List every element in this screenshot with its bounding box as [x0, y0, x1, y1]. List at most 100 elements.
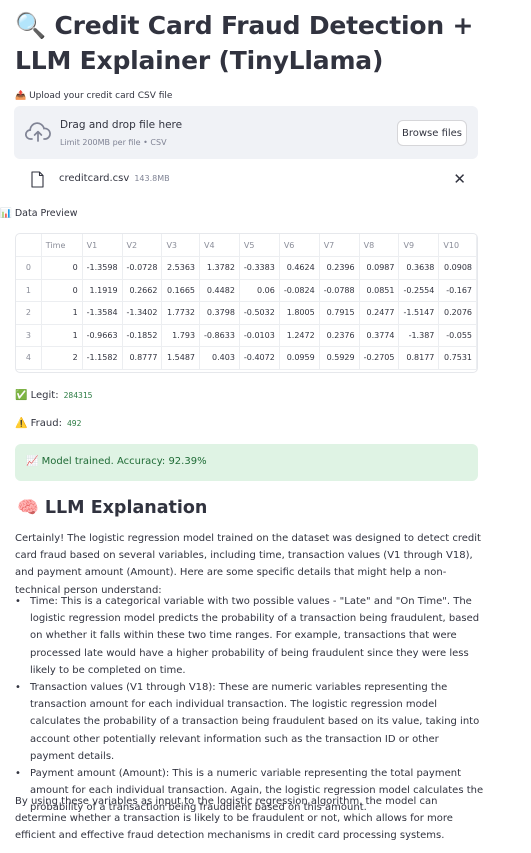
dropzone-instruction: Drag and drop file here — [60, 119, 183, 131]
table-cell[interactable]: 1 — [41, 301, 83, 325]
table-cell[interactable]: -1.3402 — [122, 301, 163, 325]
table-cell[interactable]: 0.8777 — [122, 346, 163, 370]
table-cell[interactable]: 0.2662 — [122, 279, 163, 302]
table-cell[interactable]: -0.0824 — [279, 279, 320, 302]
browse-files-button[interactable]: Browse files — [397, 120, 467, 146]
table-cell[interactable]: 0.4624 — [279, 256, 320, 280]
table-cell[interactable]: -1.387 — [398, 324, 440, 347]
table-cell[interactable]: 0 — [41, 279, 83, 302]
file-name: creditcard.csv 143.8MB — [59, 173, 170, 184]
table-cell[interactable]: -0.4072 — [239, 346, 280, 370]
table-cell[interactable]: 0 — [41, 256, 83, 280]
table-cell[interactable]: -1.3598 — [82, 256, 123, 280]
table-cell[interactable]: 0.3798 — [199, 301, 240, 325]
table-cell[interactable]: -0.3383 — [239, 256, 280, 280]
file-dropzone[interactable]: Drag and drop file here Limit 200MB per … — [14, 106, 478, 159]
row-index[interactable]: 4 — [16, 346, 42, 370]
table-cell[interactable]: 0.0987 — [359, 256, 400, 280]
column-header[interactable]: V6 — [279, 234, 320, 257]
row-index[interactable]: 3 — [16, 324, 42, 347]
table-cell[interactable]: 2.5363 — [161, 256, 201, 280]
table-cell[interactable]: -0.9663 — [82, 324, 123, 347]
table-cell[interactable]: -0.167 — [438, 279, 477, 302]
table-cell[interactable]: 0.0908 — [438, 256, 477, 280]
column-header[interactable]: Time — [41, 234, 83, 257]
table-cell[interactable]: -0.8633 — [199, 324, 240, 347]
file-name-text: creditcard.csv — [59, 173, 130, 184]
table-cell[interactable]: 1.8005 — [279, 301, 320, 325]
remove-file-icon[interactable]: ✕ — [453, 170, 466, 188]
column-header[interactable]: V9 — [398, 234, 440, 257]
table-cell[interactable]: -0.5032 — [239, 301, 280, 325]
column-header[interactable]: V3 — [161, 234, 201, 257]
table-cell[interactable]: 1.1919 — [82, 279, 123, 302]
table-cell[interactable]: 0.0851 — [359, 279, 400, 302]
index-header[interactable] — [16, 234, 42, 257]
table-cell[interactable]: 1.5487 — [161, 346, 201, 370]
table-cell[interactable]: 0.8177 — [398, 346, 440, 370]
uploader-label: 📤 Upload your credit card CSV file — [15, 91, 173, 101]
table-cell[interactable]: -0.1852 — [122, 324, 163, 347]
page-title-text: Credit Card Fraud Detection + LLM Explai… — [15, 11, 474, 75]
table-cell[interactable]: 0.4482 — [199, 279, 240, 302]
column-header[interactable]: V2 — [122, 234, 163, 257]
explanation-intro: Certainly! The logistic regression model… — [15, 533, 481, 596]
cloud-upload-icon — [25, 122, 51, 142]
bullet-item: Time: This is a categorical variable wit… — [15, 593, 485, 679]
column-header[interactable]: V1 — [82, 234, 123, 257]
table-cell[interactable]: -0.0788 — [319, 279, 360, 302]
table-cell[interactable]: 1 — [41, 324, 83, 347]
table-cell[interactable]: 1.7732 — [161, 301, 201, 325]
column-header[interactable]: V5 — [239, 234, 280, 257]
success-alert: 📈 Model trained. Accuracy: 92.39% — [15, 444, 478, 481]
column-header[interactable]: V8 — [359, 234, 400, 257]
table-cell[interactable]: 0.3774 — [359, 324, 400, 347]
table-cell[interactable]: -0.0728 — [122, 256, 163, 280]
table-row: 1 0 1.1919 0.2662 0.1665 0.4482 0.06 -0.0824 -0.… — [16, 279, 477, 302]
success-message: 📈 Model trained. Accuracy: 92.39% — [26, 456, 207, 467]
data-preview-label: 📊 Data Preview — [0, 208, 78, 219]
table-cell[interactable]: -1.5147 — [398, 301, 440, 325]
table-cell[interactable]: -0.2705 — [359, 346, 400, 370]
table-row: 0 0 -1.3598 -0.0728 2.5363 1.3782 -0.3383 0.462… — [16, 256, 477, 280]
table-cell[interactable]: -0.055 — [438, 324, 477, 347]
table-cell[interactable]: 0.5929 — [319, 346, 360, 370]
table-cell[interactable]: 0.7915 — [319, 301, 360, 325]
table-cell[interactable]: 0.2477 — [359, 301, 400, 325]
table-cell[interactable]: 1.3782 — [199, 256, 240, 280]
table-cell[interactable]: 0.2396 — [319, 256, 360, 280]
row-index[interactable]: 1 — [16, 279, 42, 302]
table-cell[interactable]: 0.2376 — [319, 324, 360, 347]
fraud-label: ⚠️ Fraud: — [15, 418, 62, 429]
dropzone-limit: Limit 200MB per file • CSV — [60, 138, 167, 147]
table-cell[interactable]: 0.2076 — [438, 301, 477, 325]
magnifier-icon: 🔍 — [15, 11, 46, 40]
column-header[interactable]: V10 — [438, 234, 477, 257]
row-index[interactable]: 0 — [16, 256, 42, 280]
data-preview-table[interactable]: Time V1 V2 V3 V4 V5 V6 V7 V8 V9 V10 0 0 -1.3598 -0.07… — [15, 233, 478, 373]
legit-value: 284315 — [63, 391, 93, 400]
explanation-bullets: Time: This is a categorical variable wit… — [15, 593, 485, 817]
table-cell[interactable]: -0.2554 — [398, 279, 440, 302]
table-cell[interactable]: 1.2472 — [279, 324, 320, 347]
legit-count: ✅ Legit: 284315 — [15, 390, 93, 401]
column-header[interactable]: V4 — [199, 234, 240, 257]
table-cell[interactable]: 0.0959 — [279, 346, 320, 370]
table-cell[interactable]: -0.0103 — [239, 324, 280, 347]
table-cell[interactable]: 0.06 — [239, 279, 280, 302]
table-cell[interactable]: 0.3638 — [398, 256, 440, 280]
table-cell[interactable]: 1.793 — [161, 324, 201, 347]
column-header[interactable]: V7 — [319, 234, 360, 257]
uploaded-file: creditcard.csv 143.8MB ✕ — [14, 168, 478, 192]
table-cell[interactable]: 2 — [41, 346, 83, 370]
table-cell[interactable]: 0.1665 — [161, 279, 201, 302]
fraud-count: ⚠️ Fraud: 492 — [15, 418, 81, 429]
page-title: 🔍 Credit Card Fraud Detection + LLM Expl… — [15, 8, 520, 78]
table-cell[interactable]: -1.3584 — [82, 301, 123, 325]
table-row: 2 1 -1.3584 -1.3402 1.7732 0.3798 -0.5032 1.800… — [16, 301, 477, 325]
explanation-conclusion: By using these variables as input to the… — [15, 796, 453, 842]
table-cell[interactable]: 0.7531 — [438, 346, 477, 370]
row-index[interactable]: 2 — [16, 301, 42, 325]
table-cell[interactable]: -1.1582 — [82, 346, 123, 370]
table-cell[interactable]: 0.403 — [199, 346, 240, 370]
